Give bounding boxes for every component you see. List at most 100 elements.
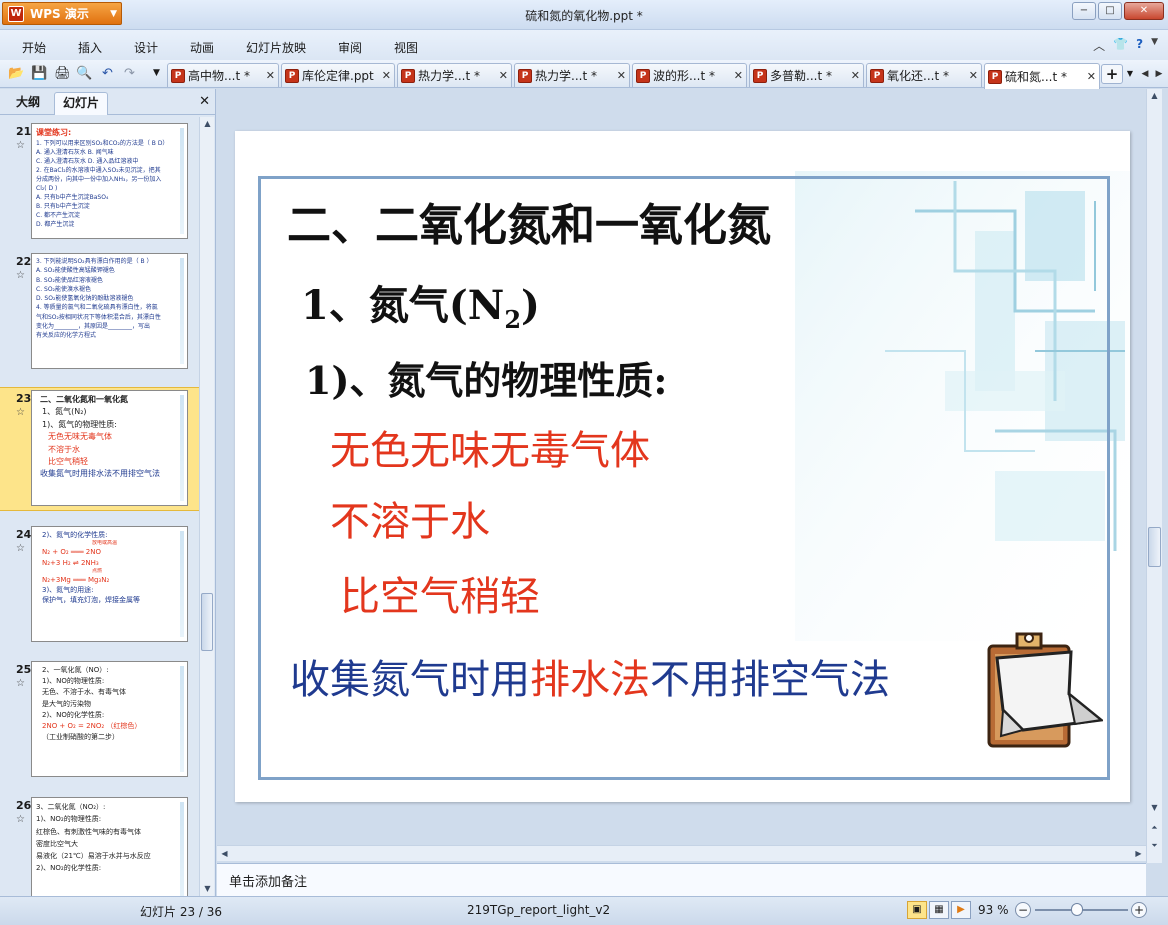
menu-item-slideshow[interactable]: 幻灯片放映 [246, 39, 306, 56]
doc-tab-1[interactable]: P 高中物...t * ✕ [167, 63, 279, 87]
clipboard-clipart-icon[interactable] [983, 628, 1103, 750]
doc-tab-label: 波的形...t * [653, 69, 715, 83]
vertical-scrollbar[interactable]: ▲ ▼ ⏶ ⏷ [1146, 89, 1162, 863]
menu-item-design[interactable]: 设计 [134, 39, 158, 56]
print-icon[interactable]: 🖨 [54, 65, 71, 82]
save-icon[interactable]: 💾 [31, 65, 48, 82]
close-icon[interactable]: ✕ [847, 69, 860, 82]
slideshow-view-icon[interactable]: ▶ [951, 901, 971, 919]
zoom-level: 93 % [978, 903, 1009, 917]
menu-item-view[interactable]: 视图 [394, 39, 418, 56]
normal-view-icon[interactable]: ▣ [907, 901, 927, 919]
menu-item-animation[interactable]: 动画 [190, 39, 214, 56]
next-slide-icon[interactable]: ⏷ [1147, 839, 1162, 853]
chevron-down-icon[interactable]: ▼ [1124, 64, 1136, 84]
scroll-thumb[interactable] [201, 593, 213, 651]
horizontal-scrollbar[interactable]: ◀ ▶ [217, 845, 1146, 861]
thumbnail-preview: 2、一氧化氮（NO）: 1)、NO的物理性质: 无色、不溶于水、有毒气体 是大气… [31, 661, 188, 777]
notes-placeholder: 单击添加备注 [229, 875, 308, 890]
scroll-down-icon[interactable]: ▼ [200, 882, 215, 896]
thumb-line: 无色、不溶于水、有毒气体 [42, 688, 126, 697]
scroll-down-icon[interactable]: ▼ [1147, 801, 1162, 815]
close-icon[interactable]: ✕ [262, 69, 275, 82]
slide-sorter-view-icon[interactable]: ▦ [929, 901, 949, 919]
restore-button[interactable]: □ [1098, 2, 1122, 20]
doc-tab-5[interactable]: P 波的形...t * ✕ [632, 63, 747, 87]
current-slide[interactable]: 二、二氧化氮和一氧化氮 1、氮气(N2) 1)、氮气的物理性质: 无色无味无毒气… [235, 131, 1130, 802]
slide-section-title[interactable]: 1)、氮气的物理性质: [305, 350, 667, 405]
doc-tab-6[interactable]: P 多普勒...t * ✕ [749, 63, 864, 87]
notes-pane[interactable]: 单击添加备注 [217, 863, 1146, 896]
thumb-decoration [180, 802, 184, 896]
thumb-decoration [180, 258, 184, 364]
thumbnail-slide-22[interactable]: 22 ☆ 3. 下列能说明SO₂具有漂白作用的是（ B ） A. SO₂能使酸性… [0, 251, 200, 375]
close-icon[interactable]: ✕ [1083, 70, 1096, 83]
thumb-line: 二、二氧化氮和一氧化氮 [40, 395, 128, 404]
menu-item-insert[interactable]: 插入 [78, 39, 102, 56]
close-icon[interactable]: ✕ [613, 69, 626, 82]
thumb-line: 课堂练习: [36, 128, 72, 137]
shirt-skin-icon[interactable]: 👕 [1113, 37, 1128, 54]
close-icon[interactable]: ✕ [378, 69, 391, 82]
slide-number: 23 [16, 392, 32, 405]
previous-slide-icon[interactable]: ⏶ [1147, 821, 1162, 835]
print-preview-icon[interactable]: 🔍 [76, 65, 93, 82]
close-icon[interactable]: ✕ [730, 69, 743, 82]
menu-item-home[interactable]: 开始 [22, 39, 46, 56]
new-tab-button[interactable]: + [1101, 64, 1123, 84]
doc-tab-3[interactable]: P 热力学...t * ✕ [397, 63, 512, 87]
scroll-thumb[interactable] [1148, 527, 1161, 567]
status-bar: 幻灯片 23 / 36 219TGp_report_light_v2 ▣ ▦ ▶… [0, 896, 1168, 925]
thumb-line: D. 都产生沉淀 [36, 221, 75, 228]
slide-heading[interactable]: 二、二氧化氮和一氧化氮 [287, 189, 771, 253]
doc-tab-2[interactable]: P 库伦定律.ppt ✕ [281, 63, 395, 87]
zoom-out-icon[interactable]: − [1015, 902, 1031, 918]
help-dropdown-icon[interactable]: ▼ [1151, 37, 1158, 54]
property-item-1[interactable]: 无色无味无毒气体 [330, 418, 650, 476]
undo-icon[interactable]: ↶ [99, 65, 116, 82]
minimize-button[interactable]: − [1072, 2, 1096, 20]
thumbnail-slide-21[interactable]: 21 ☆ 课堂练习: 1. 下列可以用来区别SO₂和CO₂的方法是（ B D） … [0, 121, 200, 245]
thumbnail-slide-24[interactable]: 24 ☆ 2)、氮气的化学性质: 放电或高温 N₂ + O₂ ═══ 2NO N… [0, 524, 200, 648]
help-icon[interactable]: ? [1136, 37, 1143, 54]
thumbnail-slide-26[interactable]: 26 ☆ 3、二氧化氮（NO₂）: 1)、NO₂的物理性质: 红棕色、有刺激性气… [0, 795, 200, 896]
thumb-line: B. 只有b中产生沉淀 [36, 203, 90, 210]
tab-outline[interactable]: 大纲 [8, 92, 48, 115]
zoom-slider-knob[interactable] [1071, 903, 1083, 916]
thumbnail-slide-25[interactable]: 25 ☆ 2、一氧化氮（NO）: 1)、NO的物理性质: 无色、不溶于水、有毒气… [0, 659, 200, 783]
tab-slides[interactable]: 幻灯片 [54, 92, 109, 115]
title-bar: W WPS 演示 ▼ 硫和氮的氧化物.ppt * − □ ✕ [0, 0, 1168, 30]
property-item-3[interactable]: 比空气稍轻 [340, 564, 540, 622]
scroll-left-icon[interactable]: ◀ [217, 847, 232, 861]
ppt-file-icon: P [988, 69, 1002, 84]
scroll-up-icon[interactable]: ▲ [1147, 89, 1162, 103]
close-icon[interactable]: ✕ [965, 69, 978, 82]
doc-tab-8-active[interactable]: P 硫和氮...t * ✕ [984, 63, 1100, 89]
scroll-right-icon[interactable]: ▶ [1131, 847, 1146, 861]
collection-method-text[interactable]: 收集氮气时用排水法不用排空气法 [290, 647, 890, 705]
thumbnail-slide-23-selected[interactable]: 23 ☆ 二、二氧化氮和一氧化氮 1、氮气(N₂) 1)、氮气的物理性质: 无色… [0, 387, 200, 511]
property-item-2[interactable]: 不溶于水 [330, 489, 490, 547]
thumbnail-scrollbar[interactable]: ▲ ▼ [199, 117, 214, 896]
zoom-in-icon[interactable]: + [1131, 902, 1147, 918]
doc-tab-7[interactable]: P 氧化还...t * ✕ [866, 63, 982, 87]
scroll-up-icon[interactable]: ▲ [200, 117, 215, 131]
ppt-file-icon: P [870, 68, 884, 83]
more-icon[interactable]: ▼ [148, 65, 165, 82]
open-folder-icon[interactable]: 📂 [8, 65, 25, 82]
menu-item-review[interactable]: 审阅 [338, 39, 362, 56]
redo-icon[interactable]: ↷ [121, 65, 138, 82]
chevron-up-icon[interactable]: ︿ [1093, 37, 1105, 54]
close-icon[interactable]: ✕ [199, 94, 210, 109]
close-icon[interactable]: ✕ [495, 69, 508, 82]
thumbnail-preview: 课堂练习: 1. 下列可以用来区别SO₂和CO₂的方法是（ B D） A. 通入… [31, 123, 188, 239]
close-button[interactable]: ✕ [1124, 2, 1164, 20]
thumb-line: 1. 下列可以用来区别SO₂和CO₂的方法是（ B D） [36, 140, 169, 147]
doc-tab-label: 库伦定律.ppt [302, 69, 374, 83]
doc-tab-4[interactable]: P 热力学...t * ✕ [514, 63, 630, 87]
thumb-line: 2、一氧化氮（NO）: [42, 666, 109, 674]
slide-subheading[interactable]: 1、氮气(N2) [301, 273, 540, 334]
tab-scroll-left-icon[interactable]: ◀ [1138, 64, 1152, 84]
tab-scroll-right-icon[interactable]: ▶ [1152, 64, 1166, 84]
text-run: 收集氮气时用 [290, 657, 530, 703]
